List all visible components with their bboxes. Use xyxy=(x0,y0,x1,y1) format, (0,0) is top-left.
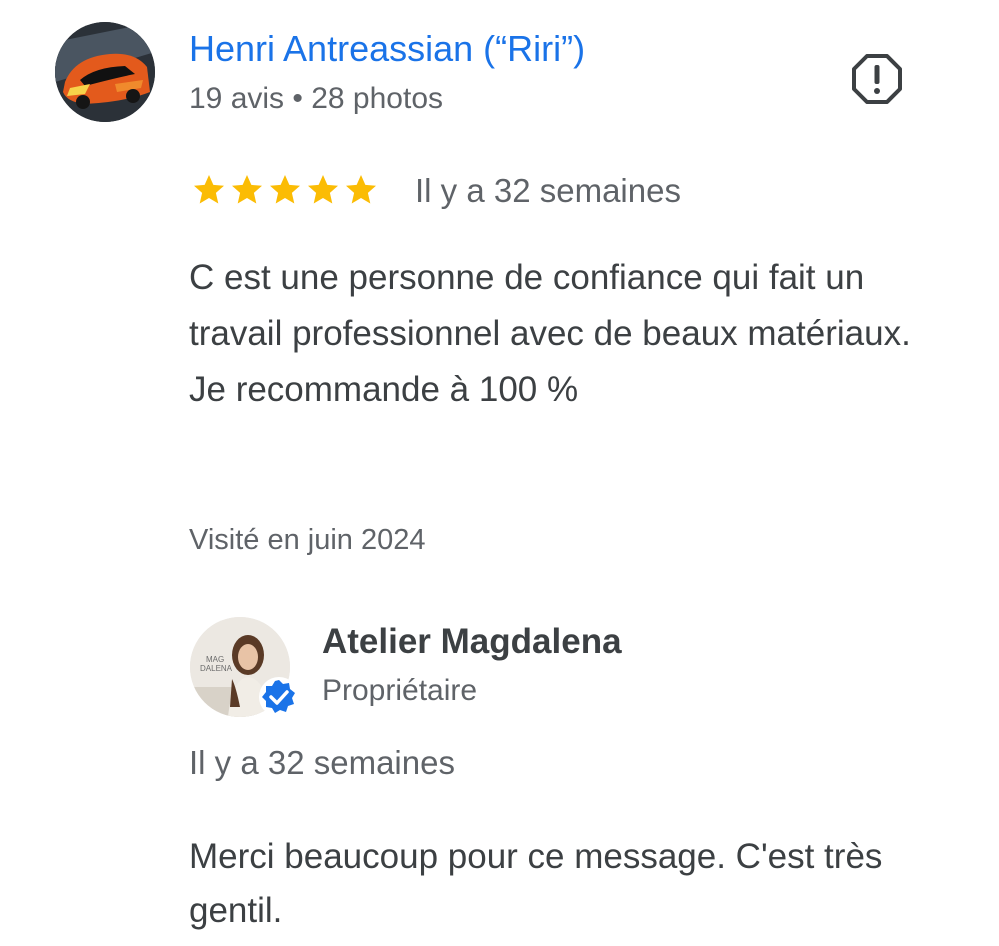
verified-badge-icon xyxy=(259,677,299,717)
star-rating xyxy=(191,172,379,212)
verified-badge xyxy=(258,676,300,718)
owner-response-date: Il y a 32 semaines xyxy=(189,744,455,781)
owner-logo-text: DALENA xyxy=(200,664,233,673)
reviewer-meta: 19 avis • 28 photos xyxy=(189,82,444,115)
star-icon xyxy=(346,175,376,204)
owner-name: Atelier Magdalena xyxy=(322,622,622,661)
review-text-paragraph: C est une personne de confiance qui fait… xyxy=(189,258,911,353)
owner-role: Propriétaire xyxy=(322,674,478,707)
review-text-paragraph: Je recommande à 100 % xyxy=(189,370,579,409)
review-text: C est une personne de confiance qui fait… xyxy=(189,250,959,418)
star-icon xyxy=(232,175,262,204)
report-button[interactable] xyxy=(851,53,903,105)
reviewer-name-link[interactable]: Henri Antreassian (“Riri”) xyxy=(189,28,585,70)
visited-date: Visité en juin 2024 xyxy=(189,524,426,556)
car-photo-avatar-icon xyxy=(55,22,155,122)
reviewer-avatar[interactable] xyxy=(55,22,155,122)
star-icon xyxy=(270,175,300,204)
owner-response-paragraph: Merci beaucoup pour ce message. C'est tr… xyxy=(189,837,883,930)
owner-logo-text: MAG xyxy=(206,655,224,664)
star-icon xyxy=(308,175,338,204)
review-date: Il y a 32 semaines xyxy=(415,172,681,209)
report-octagon-icon xyxy=(852,54,902,104)
owner-response-text: Merci beaucoup pour ce message. C'est tr… xyxy=(189,830,959,938)
star-icon xyxy=(194,175,224,204)
